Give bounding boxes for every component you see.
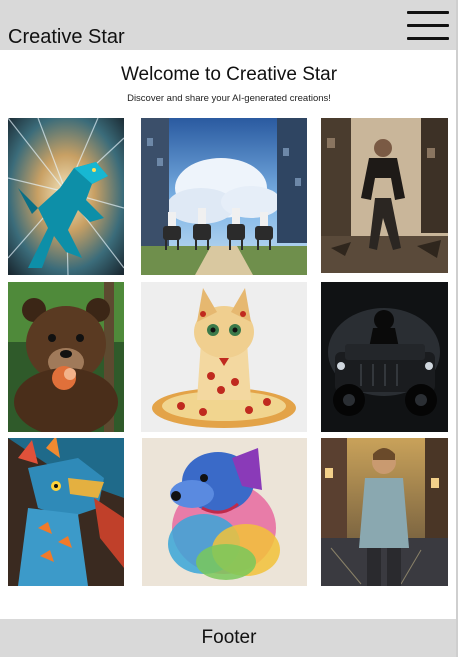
gallery-image-pizza-cat[interactable] (141, 282, 307, 432)
gallery-image-colorful-dragon[interactable] (8, 438, 124, 586)
site-header: Creative Star (0, 0, 458, 50)
menu-bar (407, 11, 449, 14)
gallery-image-dragon-burst[interactable] (8, 118, 124, 275)
gallery-image-running-man[interactable] (321, 118, 448, 273)
page-subtitle: Discover and share your AI-generated cre… (127, 93, 331, 104)
site-footer: Footer (0, 619, 458, 657)
footer-label: Footer (201, 627, 257, 648)
menu-bar (407, 24, 449, 27)
brand-title[interactable]: Creative Star (8, 26, 125, 49)
page-title: Welcome to Creative Star (120, 64, 338, 85)
gallery-image-rainy-street-boy[interactable] (321, 438, 448, 586)
menu-bar (407, 37, 449, 40)
gallery-image-dark-jeep[interactable] (321, 282, 448, 432)
gallery-image-rainbow-dog[interactable] (142, 438, 307, 586)
gallery-image-bear[interactable] (8, 282, 124, 432)
gallery-image-horse-riders[interactable] (141, 118, 307, 275)
hamburger-menu-icon[interactable] (407, 10, 449, 42)
